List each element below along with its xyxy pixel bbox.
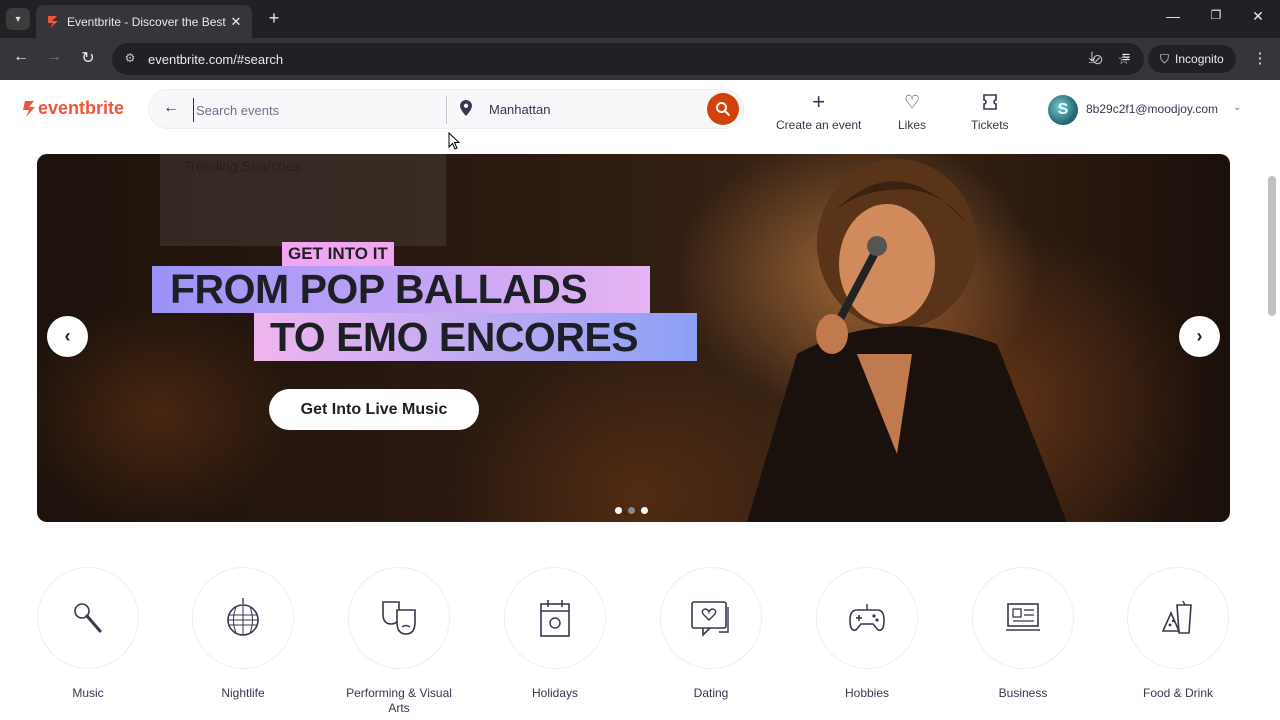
category-performing-visual-arts[interactable]: Performing & Visual Arts (339, 567, 459, 716)
category-circle[interactable] (192, 567, 294, 669)
logo-text: eventbrite (38, 98, 125, 118)
plus-icon: + (812, 89, 826, 114)
browser-menu-icon[interactable]: ⋮ (1250, 49, 1270, 67)
tickets-label: Tickets (971, 118, 1009, 132)
avatar[interactable]: S (1048, 95, 1078, 125)
trending-searches-label: Trending Searches (183, 158, 301, 174)
tab-close-icon[interactable]: ✕ (228, 14, 244, 30)
browser-toolbar: ← → ↻ ⚙ eventbrite.com/#search ⊘ ☆ ⤓ ≡ ⛉… (0, 38, 1280, 80)
category-circle[interactable] (348, 567, 450, 669)
media-controls-icon[interactable]: ≡ (1116, 49, 1136, 66)
singer-photo (747, 159, 1067, 522)
category-dating[interactable]: Dating (651, 567, 771, 701)
site-info-icon[interactable]: ⚙ (122, 51, 138, 67)
carousel-dots (615, 507, 648, 514)
category-circle[interactable] (972, 567, 1074, 669)
browser-tab-eventbrite[interactable]: Eventbrite - Discover the Best L ✕ (36, 5, 252, 38)
incognito-badge[interactable]: ⛉ Incognito (1148, 45, 1236, 73)
theater-masks-icon (382, 601, 416, 635)
page-scrollbar[interactable] (1268, 176, 1276, 316)
carousel-dot[interactable] (641, 507, 648, 514)
category-food-drink[interactable]: Food & Drink (1118, 567, 1238, 701)
presentation-icon (1006, 603, 1040, 631)
download-icon[interactable]: ⤓ (1082, 49, 1102, 66)
eventbrite-logo-icon (23, 100, 35, 117)
carousel-prev-button[interactable]: ‹ (47, 316, 88, 357)
category-business[interactable]: Business (963, 567, 1083, 701)
back-icon[interactable]: ← (10, 48, 32, 66)
category-label: Hobbies (844, 686, 890, 700)
category-holidays[interactable]: Holidays (495, 567, 615, 701)
eventbrite-logo[interactable]: eventbrite (22, 98, 124, 119)
category-label: Music (72, 686, 104, 700)
category-label: Nightlife (221, 686, 265, 700)
category-label: Food & Drink (1142, 686, 1214, 700)
food-drink-icon (1161, 600, 1192, 634)
category-circle[interactable] (816, 567, 918, 669)
reload-icon[interactable]: ↻ (77, 48, 99, 68)
gamepad-icon (849, 604, 885, 632)
disco-ball-icon (227, 598, 259, 636)
chevron-left-icon: ‹ (64, 326, 71, 346)
url-text[interactable]: eventbrite.com/#search (148, 52, 1092, 67)
minimize-icon[interactable]: — (1163, 8, 1183, 24)
likes-label: Likes (898, 118, 927, 132)
search-submit-button[interactable] (707, 93, 739, 125)
restore-icon[interactable]: ❐ (1206, 8, 1226, 22)
carousel-dot[interactable] (628, 507, 635, 514)
category-label: Dating (693, 686, 729, 700)
hero-headline-line1: FROM POP BALLADS (152, 266, 650, 313)
chevron-right-icon: › (1196, 326, 1203, 346)
hero-kicker: GET INTO IT (282, 242, 394, 266)
create-event-label: Create an event (776, 118, 862, 132)
category-hobbies[interactable]: Hobbies (807, 567, 927, 701)
likes-button[interactable]: ♡ Likes (898, 91, 927, 133)
browser-tabstrip: ▾ Eventbrite - Discover the Best L ✕ + —… (0, 0, 1280, 38)
carousel-dot[interactable] (615, 507, 622, 514)
tab-list-chevron-icon[interactable]: ▾ (6, 8, 30, 30)
account-chevron-down-icon[interactable]: ⌄ (1233, 102, 1241, 113)
incognito-icon: ⛉ (1160, 51, 1170, 66)
address-bar[interactable]: ⚙ eventbrite.com/#search ⊘ ☆ (112, 43, 1144, 75)
search-icon (716, 102, 730, 116)
category-label: Performing & Visual Arts (346, 686, 452, 715)
category-circle[interactable] (504, 567, 606, 669)
calendar-icon (540, 600, 570, 637)
category-label: Holidays (531, 686, 579, 700)
hero-cta-button[interactable]: Get Into Live Music (269, 389, 479, 430)
chat-heart-icon (691, 601, 729, 637)
category-circle[interactable] (1127, 567, 1229, 669)
user-email[interactable]: 8b29c2f1@moodjoy.com (1086, 102, 1218, 116)
hero-headline-line2: TO EMO ENCORES (254, 313, 697, 361)
hero-carousel: Trending Searches GET INTO IT FROM POP B… (37, 154, 1230, 522)
trending-searches-dropdown: Trending Searches (160, 154, 446, 246)
search-input[interactable] (193, 98, 433, 122)
location-input[interactable]: Manhattan (489, 102, 550, 117)
new-tab-icon[interactable]: + (264, 8, 284, 29)
create-event-button[interactable]: + Create an event (776, 89, 862, 132)
category-circle[interactable] (37, 567, 139, 669)
eventbrite-favicon-icon (48, 15, 58, 28)
tab-title: Eventbrite - Discover the Best L (67, 14, 228, 29)
search-divider (446, 96, 447, 124)
window-close-icon[interactable]: ✕ (1248, 8, 1268, 25)
category-label: Business (998, 686, 1048, 700)
heart-icon: ♡ (903, 91, 921, 112)
search-bar: ← Manhattan (148, 89, 744, 129)
category-circle[interactable] (660, 567, 762, 669)
mouse-cursor-icon (448, 132, 460, 150)
incognito-label: Incognito (1175, 52, 1224, 66)
search-back-arrow-icon[interactable]: ← (163, 99, 179, 117)
page: eventbrite ← Manhattan + Create an event… (0, 80, 1280, 720)
category-nightlife[interactable]: Nightlife (183, 567, 303, 701)
location-pin-icon (460, 100, 472, 116)
tickets-button[interactable]: Tickets (971, 92, 1009, 132)
microphone-icon (74, 603, 102, 633)
category-music[interactable]: Music (28, 567, 148, 701)
forward-icon[interactable]: → (43, 48, 65, 66)
carousel-next-button[interactable]: › (1179, 316, 1220, 357)
ticket-icon (982, 92, 997, 112)
